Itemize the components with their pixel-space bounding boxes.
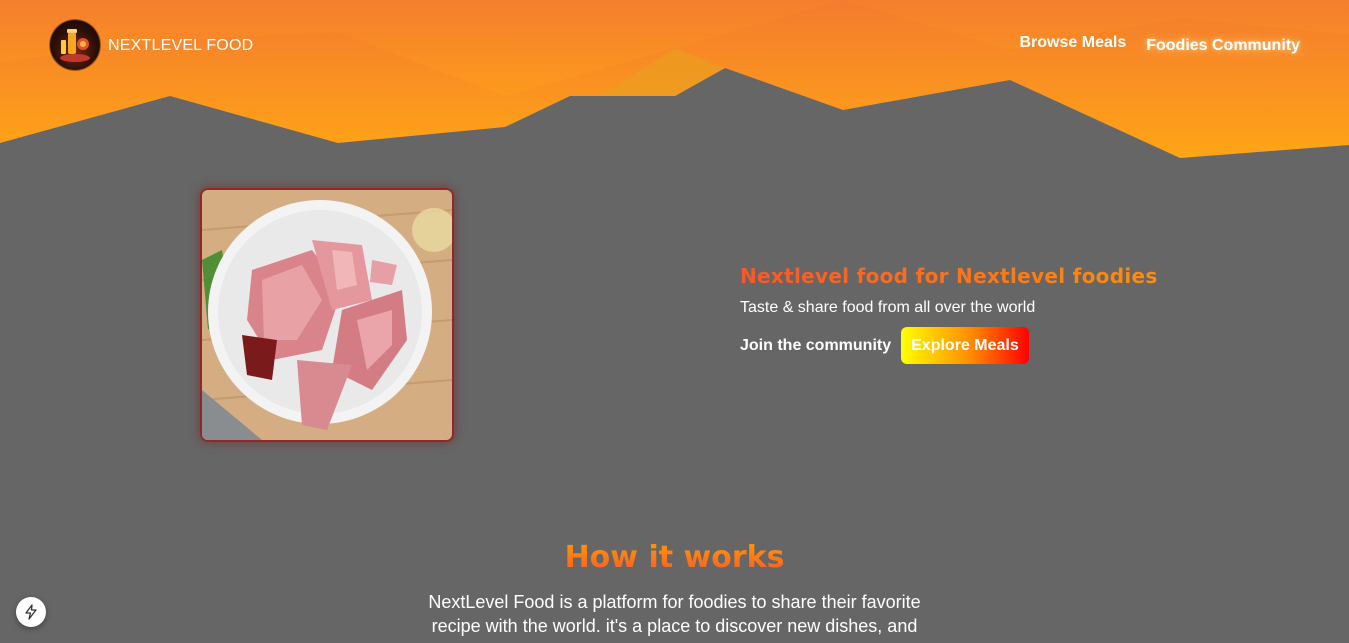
hero-cta: Join the community Explore Meals bbox=[740, 327, 1260, 365]
dev-indicator-button[interactable] bbox=[16, 597, 46, 627]
hero-image bbox=[200, 188, 454, 442]
logo-link[interactable]: NEXTLEVEL FOOD bbox=[50, 20, 253, 70]
hero-title: Nextlevel food for Nextlevel foodies bbox=[740, 264, 1260, 288]
main-nav: Browse Meals Foodies Community bbox=[1020, 35, 1301, 54]
food-logo-graphic bbox=[60, 29, 90, 62]
nav-foodies-community[interactable]: Foodies Community bbox=[1146, 38, 1300, 54]
site-header: NEXTLEVEL FOOD Browse Meals Foodies Comm… bbox=[0, 0, 1349, 90]
hero-subtitle: Taste & share food from all over the wor… bbox=[740, 299, 1036, 316]
lightning-bolt-icon bbox=[25, 604, 37, 620]
raw-meat-plate-photo bbox=[202, 190, 452, 440]
how-it-works-section: How it works NextLevel Food is a platfor… bbox=[0, 540, 1349, 639]
how-it-works-title: How it works bbox=[0, 540, 1349, 576]
logo-text: NEXTLEVEL FOOD bbox=[108, 37, 254, 54]
page: NEXTLEVEL FOOD Browse Meals Foodies Comm… bbox=[0, 0, 1349, 643]
how-it-works-text: NextLevel Food is a platform for foodies… bbox=[428, 592, 921, 637]
hero-content: Nextlevel food for Nextlevel foodies Tas… bbox=[740, 264, 1260, 365]
nav-browse-meals[interactable]: Browse Meals bbox=[1020, 35, 1127, 51]
explore-meals-button[interactable]: Explore Meals bbox=[901, 327, 1029, 365]
food-logo-icon bbox=[50, 20, 100, 70]
join-community-link[interactable]: Join the community bbox=[740, 337, 891, 355]
